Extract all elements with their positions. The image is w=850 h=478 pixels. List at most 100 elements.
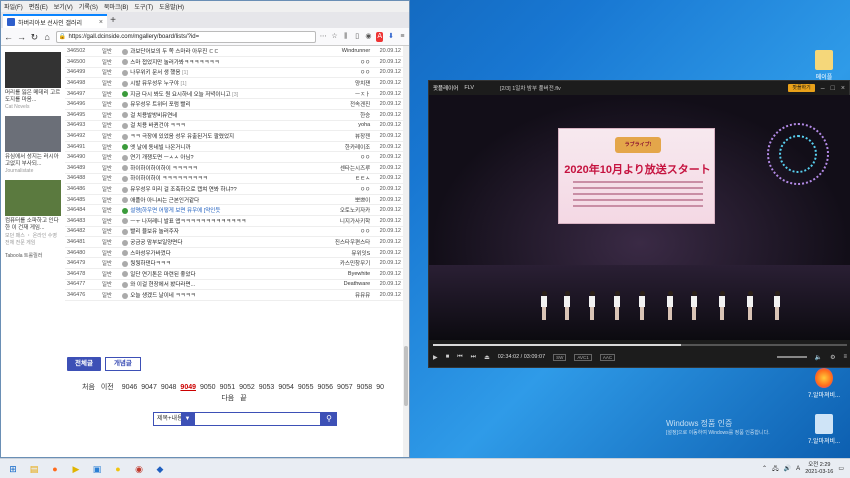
table-row[interactable]: 346488 일반 하이하이하이 ㅋㅋㅋㅋㅋㅋㅋㅋㅋ ㅌㅌㅅ 20.09.12 <box>65 173 403 185</box>
post-writer[interactable]: 뽀쁘이 <box>314 194 373 206</box>
page-link[interactable]: 9052 <box>239 384 255 391</box>
ad-item[interactable]: 유심에서 성지는 러시아 고없지 부사되... Journalistate <box>5 116 61 174</box>
post-title[interactable]: 하이하이하이 ㅋㅋㅋㅋㅋㅋㅋㅋㅋ <box>120 173 315 185</box>
url-bar[interactable]: https://gall.dcinside.com/mgallery/board… <box>55 30 316 43</box>
post-writer[interactable]: 뷰장젠 <box>314 130 373 142</box>
home-icon[interactable]: ⌂ <box>43 31 52 43</box>
table-row[interactable]: 346490 일반 연기 개쟁도면 ㅡㅅㅅ 아님? ㅇㅇ 20.09.12 <box>65 151 403 164</box>
post-title[interactable]: 시발 뮤우성우 누구야 [1] <box>120 77 315 89</box>
table-row[interactable]: 346479 일반 뭥뭥하댄다ㅋㅋㅋ 카스민창무기 20.09.12 <box>65 257 403 269</box>
notification-icon[interactable]: ▭ <box>838 465 844 472</box>
post-title[interactable]: 설명[하우면 어떻게 보면 뮤우에 [약인듯 <box>120 204 315 216</box>
table-row[interactable]: 346486 일반 뮤우성우 미리 걸 조축하으로 캡쳐 연봐 하냐?? ㅇㅇ 20.… <box>65 183 403 195</box>
menu-file[interactable]: 파일(F) <box>4 2 23 11</box>
search-icon[interactable]: ⚲ <box>321 412 337 426</box>
close-icon[interactable]: × <box>841 85 845 92</box>
player-brand[interactable]: 팟플레이어 <box>433 84 458 92</box>
more-icon[interactable]: ⋯ <box>320 32 327 42</box>
tab-gallery[interactable]: 하버리아보 선사인 갤러리 × <box>3 14 107 28</box>
firefox-icon[interactable]: ● <box>47 462 63 476</box>
download-icon[interactable]: ⬇ <box>387 32 394 42</box>
volume-icon[interactable]: 🔊 <box>784 465 791 472</box>
maximize-icon[interactable]: □ <box>831 85 835 92</box>
desktop-icon-shortcut[interactable]: 7.알마져비... <box>802 414 846 445</box>
page-link[interactable]: 9051 <box>220 384 236 391</box>
desktop-icon-maple[interactable]: 메이플 <box>802 50 846 81</box>
search-type-select[interactable]: 제목+내용 ▼ <box>153 412 195 426</box>
table-row[interactable]: 346502 일반 과보단어보의 두 쪽 스마라 아무진 ㄷㄷ Windrunner… <box>65 46 403 58</box>
post-writer[interactable]: 센타는시즈루 <box>314 162 373 174</box>
post-title[interactable]: 연기 개쟁도면 ㅡㅅㅅ 아님? <box>120 151 315 164</box>
page-prev[interactable]: 이전 <box>101 384 114 391</box>
post-writer[interactable]: yoha <box>314 120 373 132</box>
post-writer[interactable]: 뮤위잇S <box>314 247 373 259</box>
library-icon[interactable]: ⫼ <box>342 32 349 42</box>
app-icon[interactable]: ▣ <box>89 462 105 476</box>
recommended-posts-button[interactable]: 개념글 <box>104 357 141 371</box>
table-row[interactable]: 346491 일반 엣 날에 동네빌 나온거니까 한카레이조 20.09.12 <box>65 141 403 153</box>
network-icon[interactable]: 🖧 <box>772 464 779 474</box>
stop-icon[interactable]: ■ <box>446 354 450 360</box>
post-title[interactable]: ㅋㅋ 극장에 있었음 성우 유출된거도 팔렸었지 <box>120 130 315 142</box>
video-frame[interactable]: ラブライブ! 2020年10月より放送スタート <box>429 95 850 342</box>
post-title[interactable]: 스마 접었지만 놀러가봐ㅋㅋㅋㅋㅋㅋㅋ <box>120 56 315 68</box>
table-row[interactable]: 346492 일반 ㅋㅋ 극장에 있었음 성우 유출된거도 팔렸었지 뷰장젠 20.0… <box>65 130 403 142</box>
file-explorer-icon[interactable]: ▤ <box>26 462 42 476</box>
post-writer[interactable]: 양치쟨 <box>314 77 373 89</box>
page-scrollbar[interactable] <box>403 46 409 457</box>
page-link[interactable]: 9058 <box>357 384 373 391</box>
post-title[interactable]: 과보단어보의 두 쪽 스마라 아무진 ㄷㄷ <box>120 46 315 58</box>
potplayer-icon[interactable]: ▶ <box>68 462 84 476</box>
taboola-label[interactable]: Taboola 트롤릴러 <box>5 252 61 259</box>
post-title[interactable]: 뭥뭥하댄다ㅋㅋㅋ <box>120 257 315 269</box>
settings-icon[interactable]: ⚙ <box>830 354 835 361</box>
post-writer[interactable]: 한승 <box>314 109 373 121</box>
post-title[interactable]: 걸 치용발방비뮤연네 <box>120 109 315 121</box>
post-writer[interactable]: ㅡㅈㅏ <box>314 88 373 100</box>
table-row[interactable]: 346476 일반 오늘 생겠드 날이네 ㅋㅋㅋㅋ 뮤뮤뮤 20.09.12 <box>65 289 403 301</box>
page-link[interactable]: 9055 <box>298 384 314 391</box>
desktop-icon-firefox[interactable]: 7.알마져비... <box>802 368 846 399</box>
page-first[interactable]: 처음 <box>82 384 95 391</box>
post-title[interactable]: 애플아 아니씨는 근본인거같다 <box>120 194 315 206</box>
table-row[interactable]: 346478 일반 일단 연기톤은 마련된 좋았다 Byewhite 20.09.12 <box>65 268 403 280</box>
post-writer[interactable]: 니지가사키학 <box>314 215 373 227</box>
page-link[interactable]: 9054 <box>278 384 294 391</box>
scroll-thumb[interactable] <box>404 346 408 406</box>
speaker-icon[interactable]: 🔈 <box>815 354 822 361</box>
table-row[interactable]: 346485 일반 애플아 아니씨는 근본인거같다 뽀쁘이 20.09.12 <box>65 194 403 206</box>
table-row[interactable]: 346500 일반 스마 접었지만 놀러가봐ㅋㅋㅋㅋㅋㅋㅋ ㅇㅇ 20.09.12 <box>65 56 403 68</box>
menu-tools[interactable]: 도구(T) <box>134 2 153 11</box>
post-title[interactable]: 일단 연기톤은 마련된 좋았다 <box>120 268 315 280</box>
post-title[interactable]: 걸 치용 바뀐건야 ㅋㅋㅋ <box>120 120 315 132</box>
page-link[interactable]: 9046 <box>122 384 138 391</box>
post-title[interactable]: 나무위키 문서 생 했음 [1] <box>120 67 315 79</box>
post-title[interactable]: 궁금궁 맘부보일양면다 <box>120 236 315 248</box>
post-title[interactable]: ㅡㅜ 나저레니 발표 앱ㅋㅋㅋㅋㅋㅋㅋㅋㅋㅋㅋㅋㅋ <box>120 215 315 227</box>
post-title[interactable]: 빨리 뮬보유 놀러주자 <box>120 226 315 238</box>
page-link[interactable]: 9047 <box>141 384 157 391</box>
post-title[interactable]: 스마성우가바껐다 <box>120 247 315 259</box>
page-next[interactable]: 다음 <box>221 395 234 402</box>
table-row[interactable]: 346496 일반 뮤우성우 트위터 포럼 빨리 전속겐진 20.09.12 <box>65 98 403 111</box>
table-row[interactable]: 346484 일반 설명[하우면 어떻게 보면 뮤우에 [약인듯 오토노키자카 20.… <box>65 204 403 216</box>
previous-icon[interactable]: ⏮ <box>457 354 462 361</box>
clock[interactable]: 오전 2:29 2021-03-16 <box>805 462 833 476</box>
post-title[interactable]: 뮤우성우 트위터 포럼 빨리 <box>120 98 315 111</box>
reload-icon[interactable]: ↻ <box>30 31 39 43</box>
table-row[interactable]: 346495 일반 걸 치용발방비뮤연네 한승 20.09.12 <box>65 109 403 121</box>
table-row[interactable]: 346477 일반 와 이걸 현장에서 봤다라면... Deathware 20.09… <box>65 279 403 291</box>
upgrade-button[interactable]: 팟플하기 <box>788 84 815 92</box>
ad-item[interactable]: 머리를 잃은 메데리 고르도지를 마음... Cat Novels <box>5 52 61 110</box>
close-tab-icon[interactable]: × <box>99 19 103 26</box>
page-link[interactable]: 9053 <box>259 384 275 391</box>
extension-icon[interactable]: A <box>376 31 384 42</box>
table-row[interactable]: 346480 일반 스마성우가바껐다 뮤위잇S 20.09.12 <box>65 247 403 259</box>
table-row[interactable]: 346483 일반 ㅡㅜ 나저레니 발표 앱ㅋㅋㅋㅋㅋㅋㅋㅋㅋㅋㅋㅋㅋ 니지가사키학… <box>65 215 403 227</box>
seek-bar[interactable] <box>433 344 847 346</box>
post-writer[interactable]: ㅇㅇ <box>314 67 373 79</box>
post-writer[interactable]: 오토노키자카 <box>314 204 373 216</box>
menu-edit[interactable]: 편집(E) <box>29 2 48 11</box>
post-title[interactable]: 오늘 생겠드 날이네 ㅋㅋㅋㅋ <box>120 289 315 301</box>
post-writer[interactable]: ㅇㅇ <box>314 151 373 164</box>
